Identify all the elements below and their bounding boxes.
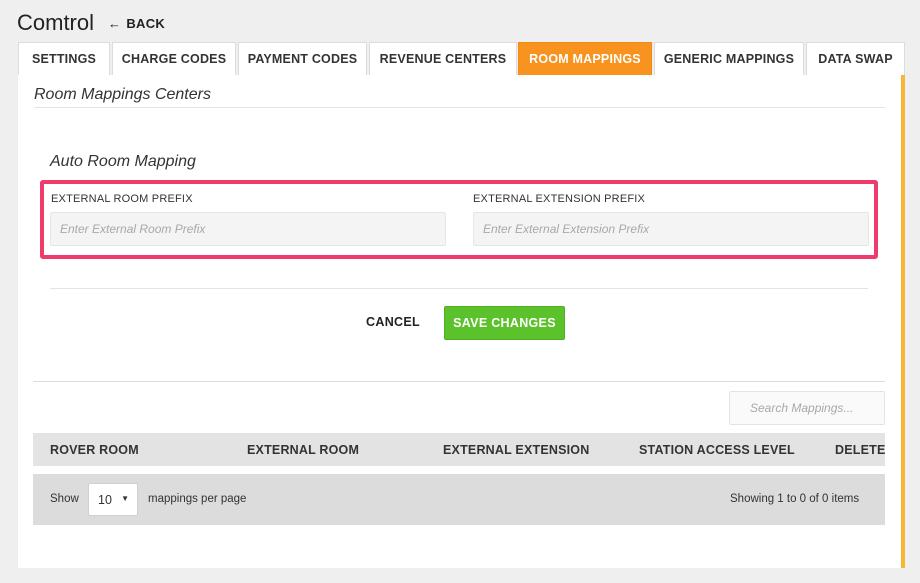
- table-header: ROVER ROOM EXTERNAL ROOM EXTERNAL EXTENS…: [33, 433, 885, 466]
- back-button[interactable]: ← BACK: [108, 16, 165, 31]
- tab-settings[interactable]: SETTINGS: [18, 42, 110, 75]
- tab-payment-codes[interactable]: PAYMENT CODES: [238, 42, 367, 75]
- auto-mapping-title: Auto Room Mapping: [50, 153, 196, 170]
- search-mappings-input[interactable]: [729, 391, 885, 425]
- save-changes-button[interactable]: SAVE CHANGES: [444, 306, 565, 340]
- tab-revenue-centers[interactable]: REVENUE CENTERS: [369, 42, 517, 75]
- table-footer: Show 10 ▼ mappings per page Showing 1 to…: [33, 474, 885, 525]
- arrow-left-icon: ←: [108, 16, 122, 31]
- back-label: BACK: [126, 16, 166, 31]
- caret-down-icon: ▼: [121, 494, 129, 503]
- room-prefix-label: EXTERNAL ROOM PREFIX: [51, 193, 193, 205]
- column-rover-room[interactable]: ROVER ROOM: [50, 443, 139, 457]
- column-external-extension[interactable]: EXTERNAL EXTENSION: [443, 443, 589, 457]
- external-extension-prefix-input[interactable]: [473, 212, 869, 246]
- per-page-suffix: mappings per page: [148, 493, 247, 505]
- panel-accent-bar: [901, 75, 905, 568]
- main-panel: Room Mappings Centers Auto Room Mapping …: [18, 75, 905, 568]
- tab-data-swap[interactable]: DATA SWAP: [806, 42, 905, 75]
- divider: [50, 288, 868, 289]
- pagination-summary: Showing 1 to 0 of 0 items: [730, 493, 860, 505]
- cancel-button[interactable]: CANCEL: [358, 308, 428, 336]
- divider: [34, 107, 885, 108]
- column-delete: DELETE: [835, 443, 886, 457]
- divider: [33, 381, 885, 382]
- per-page-value: 10: [98, 493, 112, 507]
- external-room-prefix-input[interactable]: [50, 212, 446, 246]
- extension-prefix-label: EXTERNAL EXTENSION PREFIX: [473, 193, 646, 205]
- section-title: Room Mappings Centers: [34, 86, 211, 103]
- show-label: Show: [50, 493, 79, 505]
- top-bar: Comtrol ← BACK: [0, 0, 920, 42]
- tab-generic-mappings[interactable]: GENERIC MAPPINGS: [654, 42, 804, 75]
- app-title: Comtrol: [17, 10, 95, 35]
- tab-room-mappings[interactable]: ROOM MAPPINGS: [518, 42, 652, 75]
- tab-charge-codes[interactable]: CHARGE CODES: [112, 42, 236, 75]
- column-external-room[interactable]: EXTERNAL ROOM: [247, 443, 359, 457]
- column-station-access-level[interactable]: STATION ACCESS LEVEL: [639, 443, 795, 457]
- per-page-select[interactable]: 10 ▼: [88, 483, 138, 516]
